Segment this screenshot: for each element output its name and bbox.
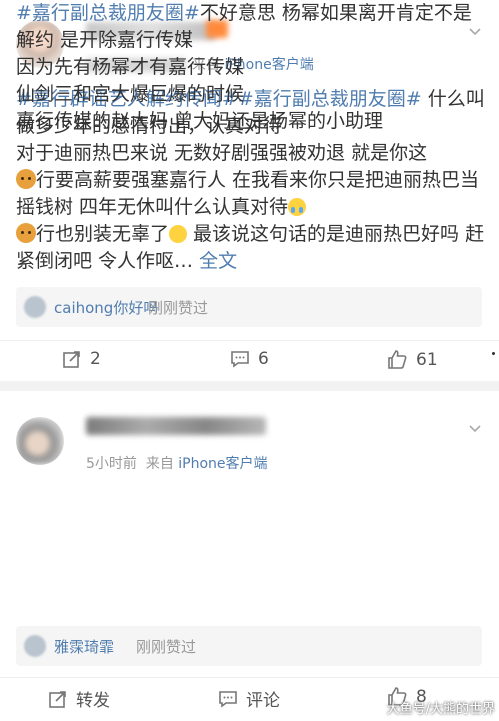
comment-icon [219, 690, 237, 708]
commenter-avatar [24, 296, 46, 318]
comment-preview[interactable]: 雅霂琦霏 刚刚赞过 [16, 626, 482, 666]
crying-emoji-icon [288, 198, 307, 216]
post-text-d: 嘉行传媒的赵大妈 曾大妈还是杨幂的小助理 [16, 110, 384, 132]
post-text-c: 仙剑三和宫大爆巨爆的时候 [16, 83, 245, 105]
watermark: 大鱼号/大熊的世界 [386, 702, 495, 717]
forward-button[interactable]: 2 [62, 349, 101, 369]
comment-button[interactable]: 6 [230, 349, 269, 369]
username-blurred[interactable] [86, 417, 266, 435]
forward-icon [63, 351, 80, 368]
commenter-avatar [24, 635, 46, 657]
post-meta: 5小时前 来自 iPhone客户端 [86, 453, 268, 473]
comment-icon [231, 351, 249, 368]
post-card-2: 5小时前 来自 iPhone客户端 雅霂琦霏 刚刚赞过 转发 评论 8 [0, 391, 499, 721]
sad-emoji-icon [169, 225, 188, 243]
comment-preview[interactable]: caihong你好吗 刚刚赞过 [16, 287, 482, 327]
forward-button[interactable]: 转发 [48, 686, 110, 711]
action-bar: 2 6 61 [0, 340, 499, 381]
source-prefix: 来自 [145, 456, 174, 472]
post-time: 5小时前 [86, 456, 137, 472]
post-text-d: 行也别装无辜了 [36, 223, 170, 245]
comment-info: 刚刚赞过 [136, 638, 197, 656]
topic-link[interactable]: #嘉行副总裁朋友圈# [16, 2, 200, 24]
commenter-name[interactable]: caihong你好吗 [54, 297, 158, 318]
full-text-link[interactable]: 全文 [199, 250, 237, 272]
comment-label: 评论 [246, 691, 280, 711]
chevron-down-icon[interactable] [469, 423, 481, 435]
like-button[interactable]: 61 [386, 349, 438, 371]
post-text-c: 行要高薪要强塞嘉行人 在我看来你只是把迪丽热巴当摇钱树 四年无休叫什么认真对待 [16, 169, 480, 218]
bear-emoji-icon [16, 223, 36, 243]
post-text-b: 因为先有杨幂才有嘉行传媒 [16, 56, 245, 78]
like-count: 61 [416, 350, 438, 370]
post-text-b: 对于迪丽热巴来说 无数好剧强强被劝退 就是你这 [16, 142, 428, 164]
comment-info: 刚刚赞过 [148, 299, 209, 317]
comment-count: 6 [258, 349, 269, 369]
comment-button[interactable]: 评论 [218, 686, 280, 711]
thumbs-up-icon [388, 350, 407, 369]
forward-label: 转发 [76, 691, 110, 711]
stray-dot [492, 352, 495, 355]
avatar[interactable] [16, 417, 64, 465]
bear-emoji-icon [16, 169, 36, 189]
commenter-name[interactable]: 雅霂琦霏 [54, 636, 114, 657]
forward-count: 2 [90, 349, 101, 369]
forward-icon [49, 690, 66, 708]
post-text-2: #嘉行副总裁朋友圈#不好意思 杨幂如果离开肯定不是解约 是开除嘉行传媒 因为先有… [16, 0, 486, 135]
source-link[interactable]: iPhone客户端 [178, 456, 267, 472]
